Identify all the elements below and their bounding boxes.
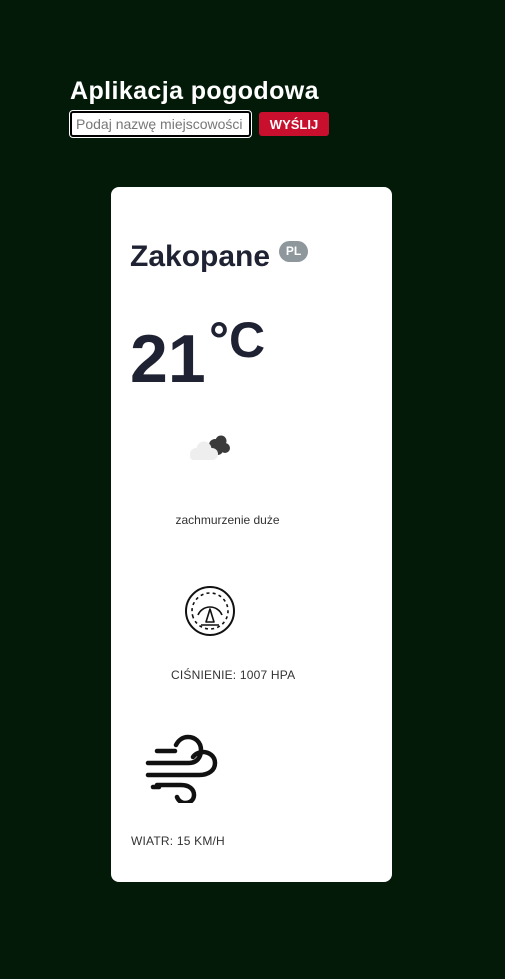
app-title: Aplikacja pogodowa xyxy=(70,77,319,105)
country-badge: PL xyxy=(279,241,308,262)
pressure-text: CIŚNIENIE: 1007 HPA xyxy=(171,668,296,682)
wind-text: WIATR: 15 KM/H xyxy=(131,834,225,848)
temperature-unit: °C xyxy=(209,312,266,368)
wind-icon xyxy=(145,734,218,803)
weather-description: zachmurzenie duże xyxy=(175,513,280,527)
city-name: Zakopane xyxy=(130,240,271,273)
cloud-icon xyxy=(190,435,230,460)
temperature-value: 21 xyxy=(130,321,206,397)
weather-card: Zakopane PL 21 °C zachmurzenie duże CIŚN… xyxy=(111,187,392,882)
city-search-input[interactable] xyxy=(69,110,252,138)
gauge-icon xyxy=(185,586,235,636)
send-button[interactable]: WYŚLIJ xyxy=(259,112,329,136)
